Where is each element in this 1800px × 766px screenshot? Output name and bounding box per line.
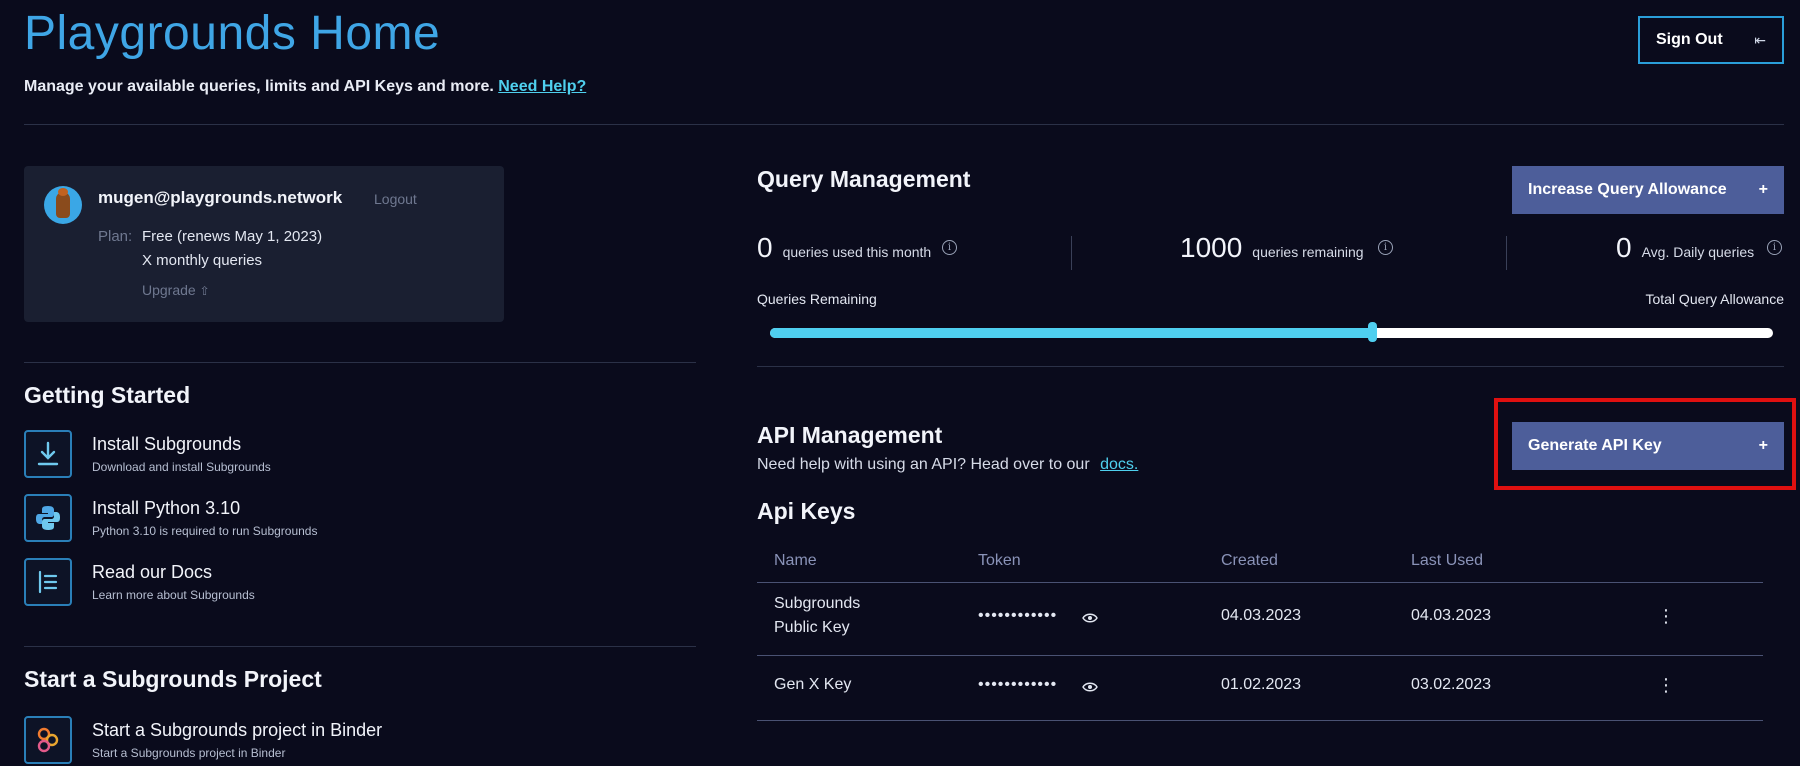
stat-value: 0	[1616, 232, 1632, 263]
need-help-link[interactable]: Need Help?	[498, 78, 586, 95]
upgrade-icon: ⇧	[199, 284, 210, 298]
item-subtitle: Python 3.10 is required to run Subground…	[92, 524, 318, 538]
docs-link[interactable]: docs.	[1100, 456, 1138, 473]
stat-queries-used: 0 queries used this month	[757, 232, 931, 264]
list-item-install-python[interactable]: Install Python 3.10 Python 3.10 is requi…	[24, 494, 624, 548]
key-last-used: 04.03.2023	[1411, 607, 1492, 624]
key-created: 01.02.2023	[1221, 676, 1302, 693]
stat-value: 0	[757, 232, 773, 263]
item-subtitle: Download and install Subgrounds	[92, 460, 271, 474]
download-icon	[24, 430, 72, 478]
page-subtitle: Manage your available queries, limits an…	[24, 78, 586, 96]
highlight-box	[1494, 398, 1796, 490]
item-subtitle: Learn more about Subgrounds	[92, 588, 255, 602]
row-menu-icon[interactable]: ⋮	[1657, 676, 1675, 694]
show-token-eye-icon[interactable]	[1082, 611, 1098, 629]
increase-query-allowance-button[interactable]: Increase Query Allowance +	[1512, 166, 1784, 214]
queries-slider-thumb[interactable]	[1368, 322, 1377, 342]
query-management-heading: Query Management	[757, 166, 971, 192]
plus-icon: +	[1758, 181, 1768, 198]
key-name-line2: Public Key	[774, 619, 850, 636]
list-item-install-subgrounds[interactable]: Install Subgrounds Download and install …	[24, 430, 624, 484]
item-title: Install Subgrounds	[92, 434, 242, 454]
column-header-name: Name	[774, 552, 817, 569]
user-card: mugen@playgrounds.network Logout Plan: F…	[24, 166, 504, 322]
list-item-binder[interactable]: Start a Subgrounds project in Binder Sta…	[24, 716, 624, 766]
list-item-read-docs[interactable]: Read our Docs Learn more about Subground…	[24, 558, 624, 612]
stat-label: queries used this month	[782, 244, 932, 260]
stat-queries-remaining: 1000 queries remaining	[1180, 232, 1364, 264]
column-header-token: Token	[978, 552, 1021, 569]
stat-divider	[1071, 236, 1072, 270]
item-subtitle: Start a Subgrounds project in Binder	[92, 746, 286, 760]
python-icon	[24, 494, 72, 542]
header-divider	[24, 124, 1784, 125]
stat-divider	[1506, 236, 1507, 270]
item-title: Start a Subgrounds project in Binder	[92, 720, 383, 740]
stat-label: Avg. Daily queries	[1641, 244, 1755, 260]
user-email: mugen@playgrounds.network	[98, 188, 343, 207]
increase-label: Increase Query Allowance	[1528, 181, 1727, 198]
avatar	[44, 186, 82, 224]
stat-value: 1000	[1180, 232, 1243, 263]
plan-queries: X monthly queries	[142, 252, 263, 269]
upgrade-label: Upgrade	[142, 282, 196, 298]
query-divider	[757, 366, 1784, 367]
getting-started-heading: Getting Started	[24, 382, 191, 408]
row-menu-icon[interactable]: ⋮	[1657, 607, 1675, 625]
row-divider	[757, 720, 1763, 721]
upgrade-link[interactable]: Upgrade ⇧	[142, 282, 210, 298]
sign-out-label: Sign Out	[1656, 31, 1723, 48]
slider-left-label: Queries Remaining	[757, 291, 877, 307]
key-token: ••••••••••••	[978, 607, 1058, 624]
item-title: Install Python 3.10	[92, 498, 241, 518]
plan-value: Free (renews May 1, 2023)	[142, 228, 323, 245]
stat-label: queries remaining	[1252, 244, 1364, 260]
column-header-created: Created	[1221, 552, 1278, 569]
key-name-line1: Gen X Key	[774, 676, 852, 693]
table-row: Subgrounds Public Key •••••••••••• 04.03…	[757, 583, 1763, 655]
docs-icon	[24, 558, 72, 606]
queries-slider-fill	[770, 328, 1372, 338]
sign-out-button[interactable]: Sign Out ⇤	[1638, 16, 1784, 64]
api-keys-heading: Api Keys	[757, 498, 856, 524]
key-name-line1: Subgrounds	[774, 595, 861, 612]
plan-label: Plan:	[98, 228, 133, 245]
slider-right-label: Total Query Allowance	[1645, 291, 1784, 307]
info-icon[interactable]: i	[1378, 240, 1393, 255]
logout-link[interactable]: Logout	[374, 191, 417, 207]
info-icon[interactable]: i	[942, 240, 957, 255]
left-divider-2	[24, 646, 696, 647]
stat-avg-daily: 0 Avg. Daily queries	[1616, 232, 1754, 264]
key-created: 04.03.2023	[1221, 607, 1302, 624]
page-title: Playgrounds Home	[24, 7, 441, 60]
api-management-heading: API Management	[757, 422, 943, 448]
key-last-used: 03.02.2023	[1411, 676, 1492, 693]
key-token: ••••••••••••	[978, 676, 1058, 693]
api-help-label: Need help with using an API? Head over t…	[757, 456, 1090, 473]
item-title: Read our Docs	[92, 562, 213, 582]
project-heading: Start a Subgrounds Project	[24, 666, 322, 692]
subtitle-text: Manage your available queries, limits an…	[24, 78, 494, 95]
info-icon[interactable]: i	[1767, 240, 1782, 255]
left-divider-1	[24, 362, 696, 363]
binder-icon	[24, 716, 72, 764]
table-row: Gen X Key •••••••••••• 01.02.2023 03.02.…	[757, 656, 1763, 720]
column-header-last-used: Last Used	[1411, 552, 1484, 569]
show-token-eye-icon[interactable]	[1082, 680, 1098, 698]
exit-arrow-icon: ⇤	[1754, 31, 1766, 48]
api-help-text: Need help with using an API? Head over t…	[757, 456, 1138, 474]
